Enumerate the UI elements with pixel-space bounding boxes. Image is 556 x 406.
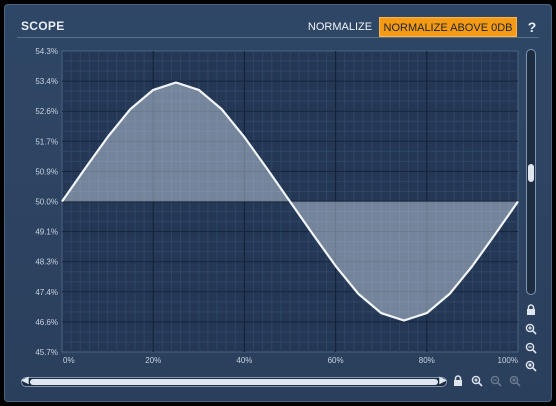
zoom-in-icon[interactable] — [524, 323, 538, 337]
vertical-scroll-thumb[interactable] — [528, 164, 534, 182]
zoom-reset-icon[interactable] — [524, 360, 538, 374]
y-tick-label: 48.3% — [35, 258, 58, 267]
y-tick-label: 47.4% — [35, 288, 58, 297]
horizontal-zoom-reset-icon[interactable] — [508, 375, 522, 389]
x-tick-label: 60% — [328, 356, 344, 365]
y-tick-label: 52.6% — [35, 107, 58, 116]
scroll-left-icon[interactable]: ◀ — [21, 375, 29, 386]
y-tick-label: 53.4% — [35, 77, 58, 86]
x-tick-label: 100% — [498, 356, 518, 365]
scope-plot[interactable]: 54.3% 53.4% 52.6% 51.7% 50.9% 50.0% 49.1% 48.3%… — [5, 5, 553, 403]
y-tick-label: 49.1% — [35, 228, 58, 237]
x-tick-label: 80% — [419, 356, 435, 365]
y-tick-label: 51.7% — [35, 137, 58, 146]
scroll-right-icon[interactable]: ▶ — [439, 375, 447, 386]
horizontal-lock-icon[interactable] — [451, 375, 465, 389]
vertical-lock-icon[interactable] — [524, 304, 538, 318]
horizontal-zoom-out-icon[interactable] — [489, 375, 503, 389]
y-tick-label: 45.7% — [35, 348, 58, 357]
x-tick-label: 40% — [236, 356, 252, 365]
x-tick-label: 20% — [145, 356, 161, 365]
zoom-out-icon[interactable] — [524, 342, 538, 356]
x-tick-label: 0% — [63, 356, 75, 365]
y-tick-label: 54.3% — [35, 47, 58, 56]
scope-panel: SCOPE NORMALIZE NORMALIZE ABOVE 0DB ? 54… — [4, 4, 552, 402]
horizontal-zoom-in-icon[interactable] — [470, 375, 484, 389]
horizontal-scrollbar[interactable]: ◀ ▶ — [21, 375, 447, 387]
y-tick-label: 50.0% — [35, 198, 58, 207]
horizontal-scroll-thumb[interactable] — [30, 379, 438, 385]
vertical-scrollbar[interactable] — [526, 49, 536, 295]
y-tick-label: 50.9% — [35, 167, 58, 176]
y-tick-label: 46.6% — [35, 318, 58, 327]
